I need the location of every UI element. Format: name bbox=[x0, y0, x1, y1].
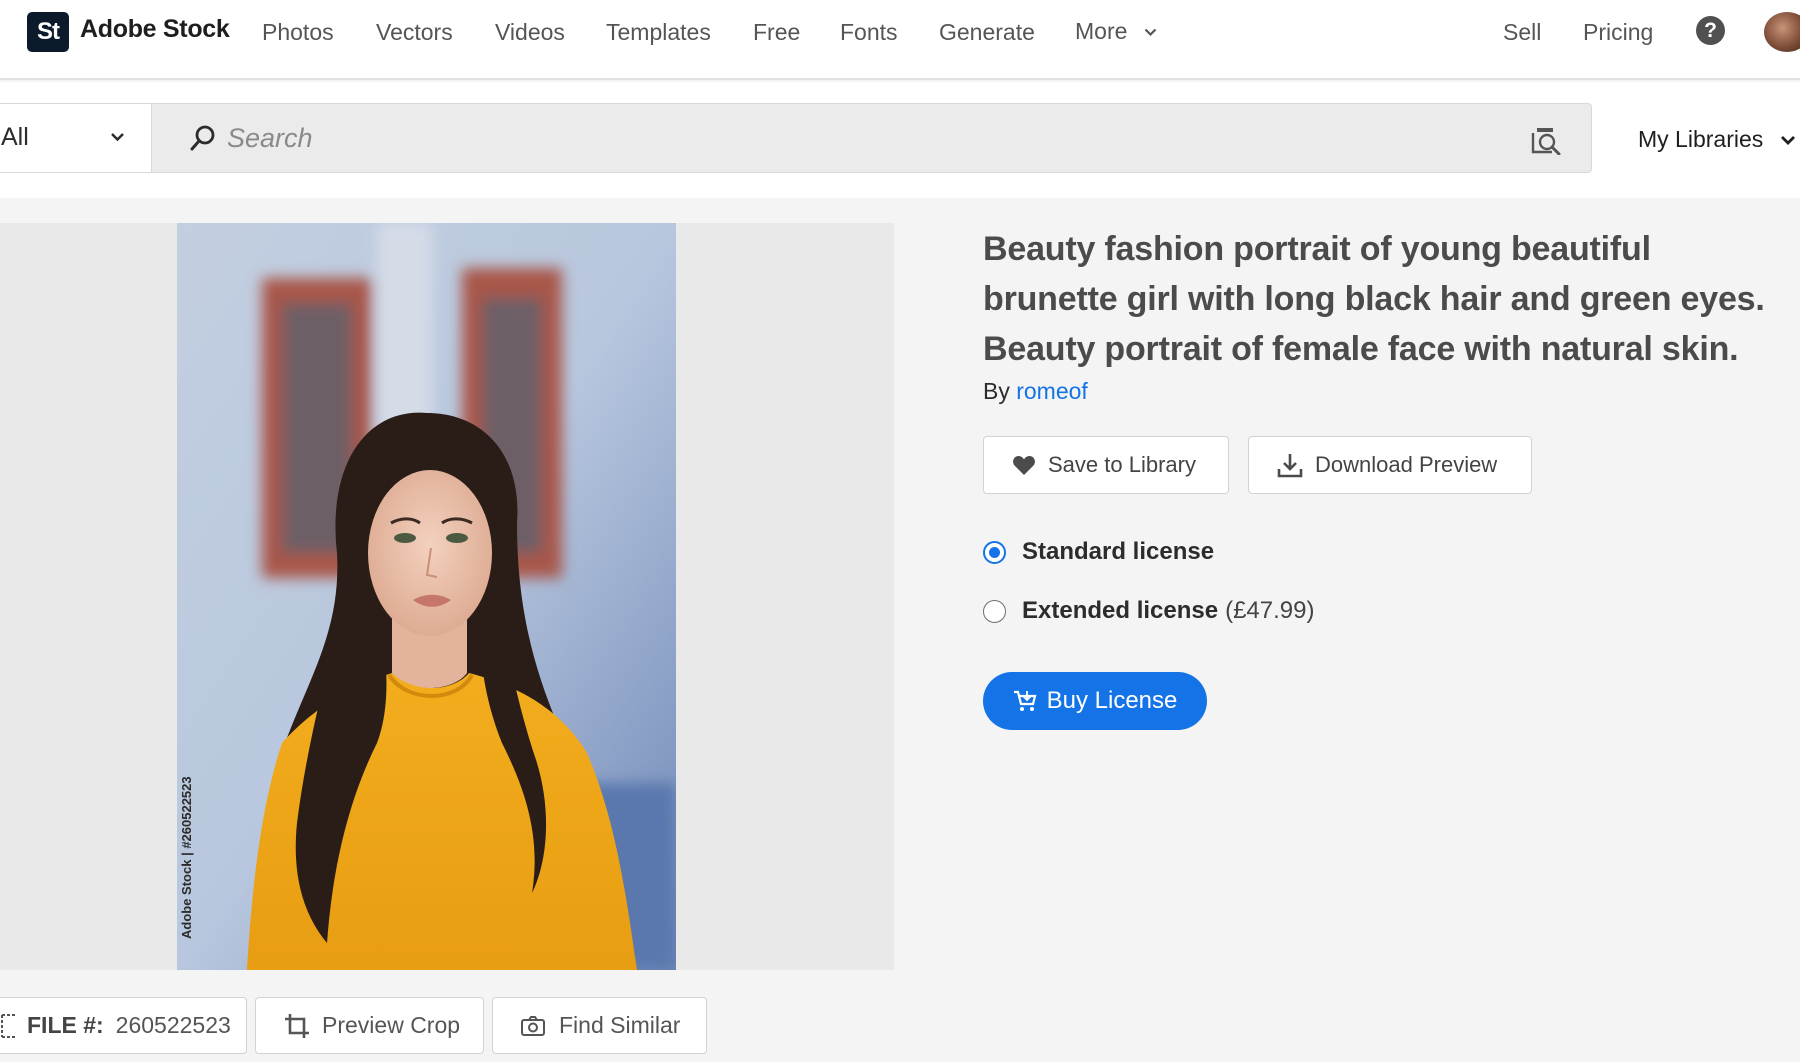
visual-search-icon[interactable] bbox=[1530, 125, 1562, 155]
search-scope-value: All bbox=[1, 123, 29, 151]
license-extended-label: Extended license bbox=[1022, 597, 1219, 624]
download-preview-label: Download Preview bbox=[1315, 452, 1498, 477]
save-to-library-label: Save to Library bbox=[1048, 452, 1196, 477]
author-prefix: By bbox=[983, 378, 1010, 404]
my-libraries-dropdown[interactable]: My Libraries bbox=[1638, 126, 1796, 153]
nav-more[interactable]: More bbox=[1075, 18, 1157, 45]
nav-generate[interactable]: Generate bbox=[939, 19, 1035, 46]
buy-license-button[interactable]: Buy License bbox=[983, 672, 1207, 730]
nav-fonts[interactable]: Fonts bbox=[840, 19, 898, 46]
camera-icon bbox=[521, 1015, 545, 1036]
asset-title: Beauty fashion portrait of young beautif… bbox=[983, 230, 1765, 368]
download-preview-button[interactable]: Download Preview bbox=[1248, 436, 1532, 494]
buy-license-label: Buy License bbox=[1046, 687, 1178, 714]
cart-icon bbox=[1013, 690, 1037, 711]
file-number-label: FILE #: bbox=[27, 1012, 104, 1038]
stock-photo-preview[interactable]: Adobe Stock | #260522523 bbox=[177, 223, 676, 970]
find-similar-button[interactable]: Find Similar bbox=[492, 997, 707, 1054]
license-extended-radio[interactable] bbox=[983, 599, 1006, 623]
top-navigation: St Adobe Stock Photos Vectors Videos Tem… bbox=[0, 0, 1800, 80]
license-extended-option[interactable]: Extended license (£47.99) bbox=[983, 597, 1314, 625]
license-standard-option[interactable]: Standard license bbox=[983, 538, 1214, 566]
find-similar-label: Find Similar bbox=[559, 1012, 681, 1038]
my-libraries-label: My Libraries bbox=[1638, 126, 1764, 152]
file-number-value: 260522523 bbox=[115, 1012, 231, 1038]
nav-free[interactable]: Free bbox=[753, 19, 800, 46]
search-icon bbox=[190, 125, 215, 151]
author-link[interactable]: romeof bbox=[1016, 378, 1088, 404]
chevron-down-icon bbox=[111, 133, 124, 142]
avatar[interactable] bbox=[1764, 12, 1800, 52]
file-number-field[interactable]: FILE #: 260522523 bbox=[0, 997, 247, 1054]
license-extended-price: (£47.99) bbox=[1225, 597, 1315, 624]
nav-vectors[interactable]: Vectors bbox=[376, 19, 453, 46]
preview-panel: Adobe Stock | #260522523 bbox=[0, 223, 894, 970]
download-icon bbox=[1277, 454, 1303, 478]
search-band: All My Libraries bbox=[0, 82, 1800, 198]
license-standard-radio[interactable] bbox=[983, 540, 1006, 564]
photo-watermark: Adobe Stock | #260522523 bbox=[179, 776, 194, 939]
chevron-down-icon bbox=[1144, 29, 1157, 37]
search-bar: All bbox=[0, 103, 1592, 173]
preview-crop-button[interactable]: Preview Crop bbox=[255, 997, 484, 1054]
save-to-library-button[interactable]: Save to Library bbox=[983, 436, 1229, 494]
select-box-icon bbox=[1, 1013, 15, 1038]
crop-icon bbox=[285, 1013, 309, 1038]
nav-pricing[interactable]: Pricing bbox=[1583, 19, 1653, 46]
search-scope-select[interactable]: All bbox=[0, 104, 152, 172]
help-icon[interactable]: ? bbox=[1696, 16, 1725, 45]
nav-videos[interactable]: Videos bbox=[495, 19, 565, 46]
nav-templates[interactable]: Templates bbox=[606, 19, 711, 46]
nav-sell[interactable]: Sell bbox=[1503, 19, 1541, 46]
preview-crop-label: Preview Crop bbox=[322, 1012, 461, 1038]
adobe-stock-logo[interactable]: St bbox=[27, 12, 69, 52]
author-line: By romeof bbox=[983, 378, 1088, 405]
chevron-down-icon bbox=[1780, 136, 1795, 146]
heart-icon bbox=[1013, 455, 1035, 475]
license-standard-label: Standard license bbox=[1022, 538, 1215, 565]
nav-photos[interactable]: Photos bbox=[262, 19, 334, 46]
brand-name[interactable]: Adobe Stock bbox=[80, 15, 230, 44]
nav-more-label: More bbox=[1075, 18, 1128, 44]
search-input[interactable] bbox=[227, 116, 1497, 160]
